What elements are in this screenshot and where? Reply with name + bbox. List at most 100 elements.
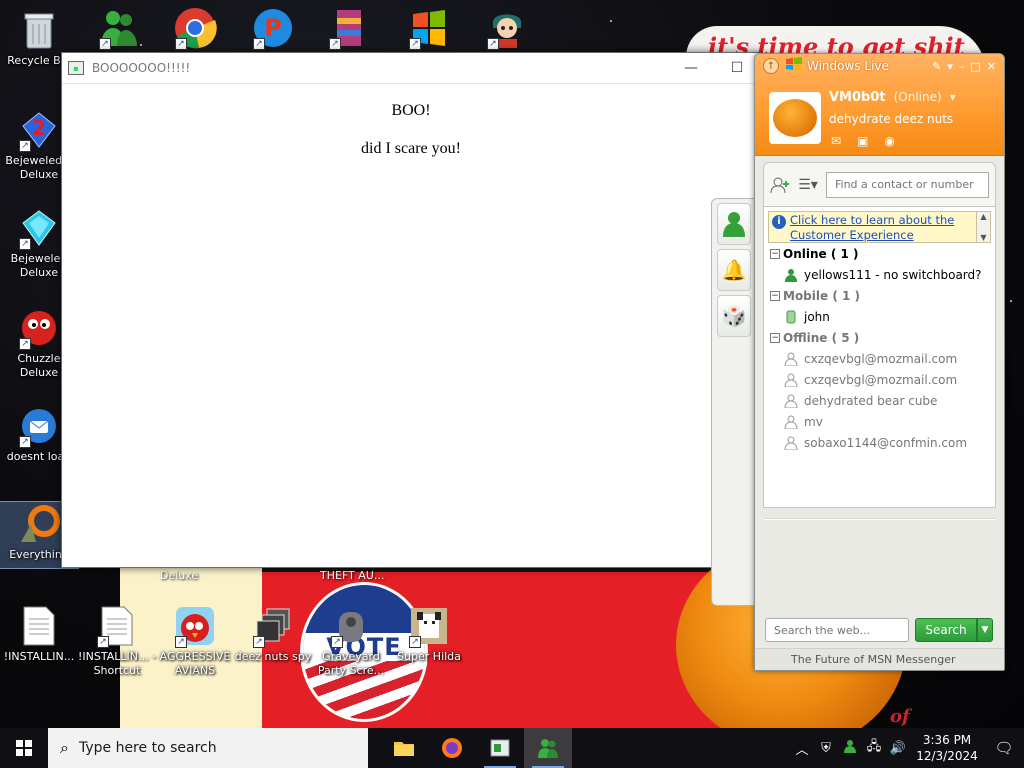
contact-list: i Click here to learn about the Customer… [763, 206, 996, 508]
shortcut-arrow-icon: ↗ [409, 38, 421, 50]
shortcut-arrow-icon: ↗ [175, 636, 187, 648]
contact-item[interactable]: dehydrated bear cube [764, 390, 995, 411]
svg-text:2: 2 [32, 116, 46, 140]
desktop-icon-paint[interactable]: P ↗ [234, 6, 312, 52]
desktop-icon-chrome[interactable]: ↗ [156, 6, 234, 52]
contact-item[interactable]: john [764, 306, 995, 327]
offline-buddy-icon [784, 394, 798, 408]
winrar-icon: ↗ [327, 6, 371, 50]
clock-time: 3:36 PM [922, 733, 972, 747]
msn-maximize-button[interactable]: □ [970, 60, 980, 73]
pixel-dog-icon: ↗ [407, 604, 451, 648]
customer-experience-link[interactable]: Click here to learn about the Customer E… [790, 212, 976, 242]
msn-display-name[interactable]: VM0b0t [829, 90, 886, 105]
customer-experience-notice: i Click here to learn about the Customer… [768, 211, 991, 243]
desktop-icon-windows[interactable]: ↗ [390, 6, 468, 52]
contact-item[interactable]: sobaxo1144@confmin.com [764, 432, 995, 453]
notice-scrollbar[interactable]: ▲ ▼ [976, 212, 990, 242]
web-search-button[interactable]: Search [915, 618, 977, 642]
view-options-icon[interactable]: ☰▾ [798, 174, 818, 196]
desktop-icon-msn-messenger[interactable]: ↗ [80, 6, 158, 52]
anime-character-icon: ↗ [485, 6, 529, 50]
volume-icon[interactable]: 🔊 [886, 741, 910, 756]
search-dropdown-icon[interactable]: ▼ [977, 618, 993, 642]
tab-games[interactable]: 🎲 [717, 295, 751, 337]
msn-side-tabs: 🔔 🎲 [711, 198, 755, 606]
thunderbird-icon: ↗ [17, 404, 61, 448]
collapse-icon[interactable]: − [770, 290, 780, 301]
web-search-input[interactable] [765, 618, 909, 642]
shortcut-arrow-icon: ↗ [331, 636, 343, 648]
taskbar-clock[interactable]: 3:36 PM 12/3/2024 [910, 732, 984, 764]
spaces-icon[interactable]: ◉ [884, 134, 894, 148]
minimize-button[interactable]: — [668, 53, 714, 83]
contact-item[interactable]: cxzqevbgl@mozmail.com [764, 369, 995, 390]
msn-options-button[interactable]: ✎ [932, 60, 941, 73]
msn-personal-message[interactable]: dehydrate deez nuts [829, 112, 953, 126]
recycle-bin-icon [17, 8, 61, 52]
msn-close-button[interactable]: ✕ [987, 60, 996, 73]
msn-messenger-icon: ↗ [97, 6, 141, 50]
msn-minimize-button[interactable]: – [959, 60, 965, 73]
windows-flag-icon [785, 57, 803, 75]
boo-app-icon [490, 739, 510, 757]
boo-heading: BOO! [391, 102, 431, 119]
taskbar-msn-messenger[interactable] [524, 728, 572, 768]
msn-messenger-window[interactable]: ↑ Windows Live ✎ ▾ – □ ✕ VM0b0t (Online)… [754, 53, 1005, 671]
msn-status[interactable]: (Online) [894, 90, 942, 104]
boo-window[interactable]: ▪ BOOOOOOO!!!!! — ☐ BOO! did I scare you… [61, 52, 761, 568]
desktop-icon-winrar[interactable]: ↗ [310, 6, 388, 52]
group-online[interactable]: − Online ( 1 ) [764, 243, 995, 264]
status-dropdown-icon[interactable]: ▾ [950, 90, 956, 104]
msn-app-title: Windows Live [807, 59, 889, 73]
windows-logo-icon [16, 740, 32, 756]
offline-buddy-icon [784, 436, 798, 450]
contact-item[interactable]: cxzqevbgl@mozmail.com [764, 348, 995, 369]
desktop-icon-super-hilda[interactable]: ↗ Super Hilda [390, 604, 468, 664]
shortcut-arrow-icon: ↗ [19, 238, 31, 250]
tab-contacts[interactable] [717, 203, 751, 245]
paint-icon: P ↗ [251, 6, 295, 50]
desktop-icon-aggressive-avians[interactable]: ↗ AGGRESSIVE AVIANS [156, 604, 234, 678]
shortcut-arrow-icon: ↗ [175, 38, 187, 50]
chuzzle-icon: ↗ [17, 306, 61, 350]
shortcut-arrow-icon: ↗ [409, 636, 421, 648]
contact-search-input[interactable] [826, 171, 989, 198]
boo-message: did I scare you! [361, 140, 461, 157]
contact-item[interactable]: yellows111 - no switchboard? [764, 264, 995, 285]
network-icon[interactable]: 🖧 [862, 737, 886, 759]
start-button[interactable] [0, 728, 48, 768]
group-mobile[interactable]: − Mobile ( 1 ) [764, 285, 995, 306]
shortcut-arrow-icon: ↗ [253, 636, 265, 648]
mobile-buddy-icon [784, 310, 798, 324]
taskbar-search-box[interactable]: ⌕ Type here to search [48, 728, 368, 768]
chevron-up-icon[interactable]: ︿ [790, 739, 814, 758]
desktop-icon-installing-shortcut[interactable]: ↗ !INSTALLIN... - Shortcut [78, 604, 156, 678]
boo-titlebar[interactable]: ▪ BOOOOOOO!!!!! — ☐ [62, 53, 760, 84]
add-contact-icon[interactable] [770, 174, 790, 196]
taskbar-firefox[interactable] [428, 728, 476, 768]
folder-icon[interactable]: ▣ [857, 134, 868, 148]
msn-dropdown-button[interactable]: ▾ [947, 60, 953, 73]
desktop-icon-installing[interactable]: !INSTALLIN... [0, 604, 78, 664]
contact-item[interactable]: mv [764, 411, 995, 432]
desktop-label-theft: THEFT AU... [320, 569, 385, 582]
taskbar-file-explorer[interactable] [380, 728, 428, 768]
shortcut-arrow-icon: ↗ [99, 38, 111, 50]
collapse-icon[interactable]: − [770, 332, 780, 343]
desktop-icon-anime-character[interactable]: ↗ [468, 6, 546, 52]
msn-tray-icon[interactable] [838, 739, 862, 757]
taskbar-boo-app[interactable] [476, 728, 524, 768]
security-icon[interactable]: ⛨ [814, 741, 838, 756]
pumpkin-avatar-icon [773, 99, 817, 137]
notification-icon[interactable]: 🗨 [984, 739, 1024, 757]
desktop-icon-deez-nuts-spy[interactable]: ↗ deez nuts spy [234, 604, 312, 664]
group-offline[interactable]: − Offline ( 5 ) [764, 327, 995, 348]
desktop-icon-graveyard-party[interactable]: ↗ Graveyard Party Scre... [312, 604, 390, 678]
msn-menu-button[interactable]: ↑ [763, 58, 779, 74]
avatar[interactable] [769, 92, 821, 144]
collapse-icon[interactable]: − [770, 248, 780, 259]
mail-icon[interactable]: ✉ [831, 134, 841, 148]
document-icon: ↗ [95, 604, 139, 648]
tab-alerts[interactable]: 🔔 [717, 249, 751, 291]
